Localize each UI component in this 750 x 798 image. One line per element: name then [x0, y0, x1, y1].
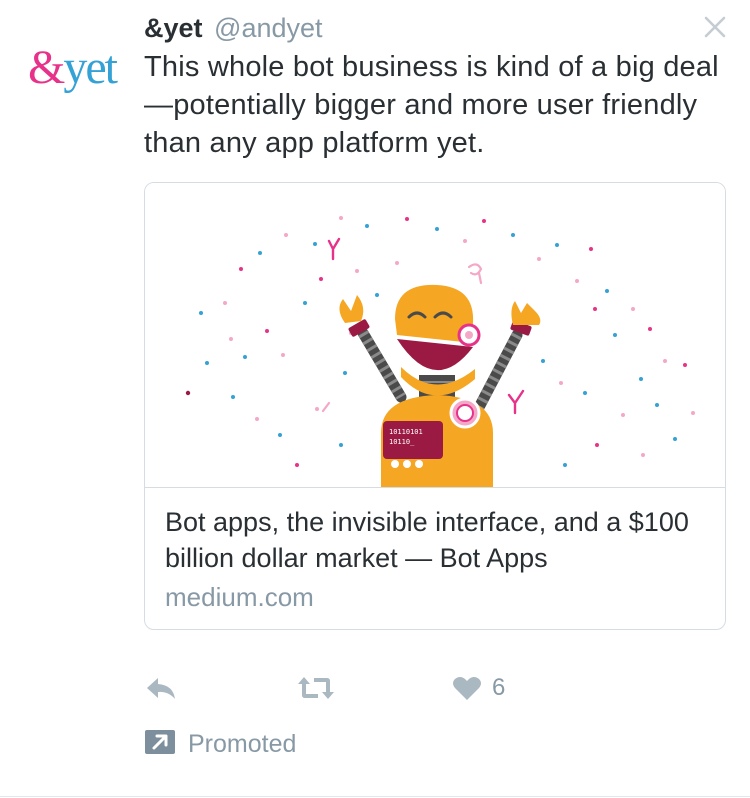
promoted-label[interactable]: Promoted	[144, 726, 296, 762]
andyet-logo: &yet	[28, 41, 118, 94]
heart-icon	[452, 674, 482, 702]
card-image: 10110101 10110_	[145, 183, 725, 488]
tweet-actions: 6	[144, 668, 564, 708]
promoted-arrow-icon	[144, 729, 176, 760]
svg-text:10110_: 10110_	[389, 438, 415, 446]
avatar[interactable]: &yet	[28, 44, 122, 92]
like-button[interactable]: 6	[452, 668, 505, 708]
tweet: &yet &yet @andyet This whole bot busines…	[0, 0, 750, 798]
card-domain: medium.com	[165, 582, 314, 612]
author-handle[interactable]: @andyet	[214, 13, 322, 43]
svg-text:10110101: 10110101	[389, 428, 423, 436]
tweet-header: &yet @andyet	[144, 8, 323, 48]
like-count: 6	[492, 674, 506, 701]
link-card[interactable]: 10110101 10110_ Bot apps, the invisible …	[144, 182, 726, 630]
reply-button[interactable]	[144, 668, 178, 708]
tweet-text: This whole bot business is kind of a big…	[144, 51, 719, 159]
card-title[interactable]: Bot apps, the invisible interface, and a…	[165, 504, 713, 576]
divider	[0, 796, 750, 797]
close-icon[interactable]	[700, 12, 730, 42]
robot-right-arm	[469, 301, 541, 421]
robot-left-arm	[339, 295, 407, 403]
robot-illustration: 10110101 10110_	[185, 216, 695, 487]
retweet-button[interactable]	[296, 668, 336, 708]
reply-icon	[144, 673, 178, 703]
promoted-text: Promoted	[188, 729, 297, 758]
author-name[interactable]: &yet	[144, 13, 203, 43]
retweet-icon	[296, 673, 336, 703]
